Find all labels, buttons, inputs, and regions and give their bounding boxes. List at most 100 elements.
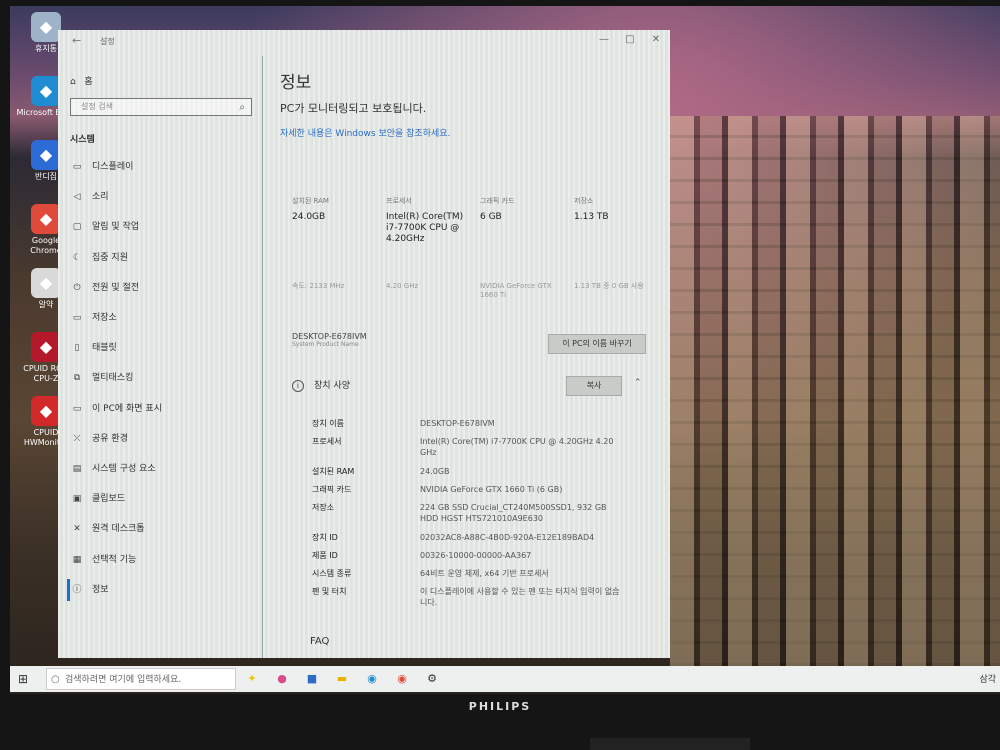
system-components-icon: ▤ [72, 464, 82, 474]
nav-item-label: 집중 지원 [92, 252, 128, 263]
file-explorer-icon[interactable]: ▬ [332, 669, 352, 689]
windows-start-icon[interactable]: ⊞ [18, 672, 28, 686]
spec-label: 그래픽 카드 [480, 197, 515, 205]
device-spec-key: 그래픽 카드 [312, 485, 352, 494]
remote-desktop-icon: ✕ [73, 524, 81, 535]
nav-item-4[interactable]: ☾ 집중 지원 [70, 247, 260, 269]
nav-item-label: 디스플레이 [92, 162, 134, 172]
device-spec-key: 시스템 종류 [312, 569, 352, 578]
colorful-app-icon[interactable]: ● [272, 669, 292, 689]
device-name-caption: System Product Name [292, 341, 359, 348]
device-spec-key: 저장소 [312, 503, 335, 512]
nav-item-2[interactable]: ◁ 소리 [70, 186, 260, 208]
nav-item-14[interactable]: ▦ 선택적 기능 [70, 549, 260, 571]
settings-gear-icon[interactable]: ⚙ [422, 669, 442, 689]
clipboard-icon: ▣ [72, 494, 82, 505]
taskbar-search-input[interactable]: ○ 검색하려면 여기에 입력하세요. [46, 668, 236, 690]
notifications-icon: ▢ [72, 222, 82, 233]
spec-summary-details: 속도: 2133 MHz 4.20 GHz NVIDIA GeForce GTX 1… [292, 282, 648, 306]
spec-card: 저장소 1.13 TB [574, 196, 658, 223]
nav-item-label: 멀티태스킹 [92, 373, 134, 384]
chrome-icon: ◆ [31, 204, 61, 234]
window-title: 설정 [100, 37, 115, 46]
nav-item-label: 선택적 기능 [92, 554, 137, 565]
power-icon: ⏻ [73, 282, 81, 293]
chevron-up-icon[interactable]: ⌃ [634, 378, 642, 388]
device-spec-key: 설치된 RAM [312, 467, 355, 476]
device-spec-value: 224 GB SSD Crucial_CT240M500SSD1, 932 GB… [420, 503, 607, 523]
nav-item-label: 정보 [92, 584, 109, 595]
device-spec-header[interactable]: i 장치 사양 [292, 378, 350, 392]
tablet-icon: ▯ [74, 343, 80, 354]
projecting-icon: ▭ [72, 403, 82, 414]
nav-item-label: 전원 및 절전 [92, 282, 140, 293]
taskbar: ⊞ ○ 검색하려면 여기에 입력하세요. ✦ ● ■ ▬ ◉ ◉ ⚙ 삼각 [10, 666, 1000, 692]
info-icon: ⓘ [72, 584, 82, 595]
nav-item-7[interactable]: ▯ 태블릿 [70, 337, 260, 359]
tray-text[interactable]: 삼각 [979, 672, 996, 685]
windows-security-link[interactable]: 자세한 내용은 Windows 보안을 참조하세요. [280, 126, 450, 139]
nav-item-9[interactable]: ▭ 이 PC에 화면 표시 [70, 398, 260, 420]
cpuz-icon: ◆ [31, 332, 61, 362]
wallpaper-townscape [670, 116, 1000, 666]
settings-nav: ⌂ 홈 설정 검색 ⌕ 시스템 ▭ 디스플레이 ◁ 소리 ▢ 알림 및 작업 ☾ 집중 지원 ⏻… [58, 56, 263, 658]
nav-item-6[interactable]: ▭ 저장소 [70, 307, 260, 329]
bandizip-icon: ◆ [31, 140, 61, 170]
nav-item-12[interactable]: ▣ 클립보드 [70, 488, 260, 510]
store-icon[interactable]: ■ [302, 669, 322, 689]
device-spec-key: 펜 및 터치 [312, 587, 347, 596]
focus-assist-icon: ☾ [72, 252, 82, 263]
nav-home[interactable]: ⌂ 홈 [70, 74, 93, 87]
nav-item-8[interactable]: ⧉ 멀티태스킹 [70, 367, 260, 389]
alyac-icon: ◆ [31, 268, 61, 298]
nav-item-13[interactable]: ✕ 원격 데스크톱 [70, 518, 260, 540]
spec-card: 그래픽 카드 6 GB [480, 196, 564, 223]
nav-item-10[interactable]: ⤫ 공유 환경 [70, 428, 260, 450]
nav-item-5[interactable]: ⏻ 전원 및 절전 [70, 277, 260, 299]
device-spec-value: DESKTOP-E678IVM [420, 419, 495, 428]
settings-search-input[interactable]: 설정 검색 ⌕ [70, 98, 252, 116]
display-icon: ▭ [72, 162, 82, 172]
device-spec-heading: 장치 사양 [314, 381, 350, 391]
minimize-icon[interactable]: — [594, 34, 614, 45]
spec-value: 1.13 TB [574, 212, 609, 222]
spec-value: 24.0GB [292, 212, 326, 222]
device-name-block: DESKTOP-E678IVM System Product Name [292, 332, 367, 348]
nav-item-label: 소리 [92, 192, 109, 203]
about-page: 정보 PC가 모니터링되고 보호됩니다. 자세한 내용은 Windows 보안을… [280, 56, 660, 658]
faq-heading: FAQ [310, 636, 330, 647]
nav-item-11[interactable]: ▤ 시스템 구성 요소 [70, 458, 260, 480]
widgets-icon[interactable]: ✦ [242, 669, 262, 689]
nav-item-3[interactable]: ▢ 알림 및 작업 [70, 216, 260, 238]
device-spec-value: 00326-10000-00000-AA367 [420, 551, 532, 560]
back-arrow-icon[interactable]: ← [72, 34, 81, 47]
taskbar-search-placeholder: 검색하려면 여기에 입력하세요. [65, 675, 182, 685]
rename-pc-button[interactable]: 이 PC의 이름 바꾸기 [548, 334, 646, 354]
search-placeholder: 설정 검색 [81, 102, 113, 111]
copy-button[interactable]: 복사 [566, 376, 622, 396]
search-icon: ⌕ [239, 102, 245, 113]
spec-detail: 속도: 2133 MHz [292, 282, 345, 290]
page-title: 정보 [280, 73, 312, 93]
hwmonitor-icon: ◆ [31, 396, 61, 426]
info-circle-icon: i [292, 380, 304, 392]
monitor-stand [590, 738, 750, 750]
page-subtitle: PC가 모니터링되고 보호됩니다. [280, 102, 427, 115]
chrome-icon[interactable]: ◉ [392, 669, 412, 689]
device-spec-value: Intel(R) Core(TM) i7-7700K CPU @ 4.20GHz… [420, 437, 614, 457]
maximize-icon[interactable]: □ [620, 34, 640, 45]
spec-detail: NVIDIA GeForce GTX 1660 Ti [480, 282, 552, 299]
settings-window: ← 설정 — □ ✕ ⌂ 홈 설정 검색 ⌕ 시스템 ▭ 디스플레이 ◁ 소리 ▢ 알림 … [58, 30, 670, 658]
nav-section-title: 시스템 [70, 135, 95, 145]
nav-item-15[interactable]: ⓘ 정보 [67, 578, 260, 601]
close-icon[interactable]: ✕ [646, 34, 666, 45]
sound-icon: ◁ [73, 192, 81, 203]
device-spec-key: 장치 이름 [312, 419, 344, 428]
spec-label: 프로세서 [386, 197, 412, 205]
edge-icon[interactable]: ◉ [362, 669, 382, 689]
nav-item-1[interactable]: ▭ 디스플레이 [70, 156, 260, 178]
storage-icon: ▭ [72, 313, 82, 323]
shared-experiences-icon: ⤫ [73, 433, 81, 444]
nav-item-label: 이 PC에 화면 표시 [92, 403, 162, 414]
spec-summary: 설치된 RAM 24.0GB 프로세서 Intel(R) Core(TM) i7-77… [292, 196, 648, 266]
